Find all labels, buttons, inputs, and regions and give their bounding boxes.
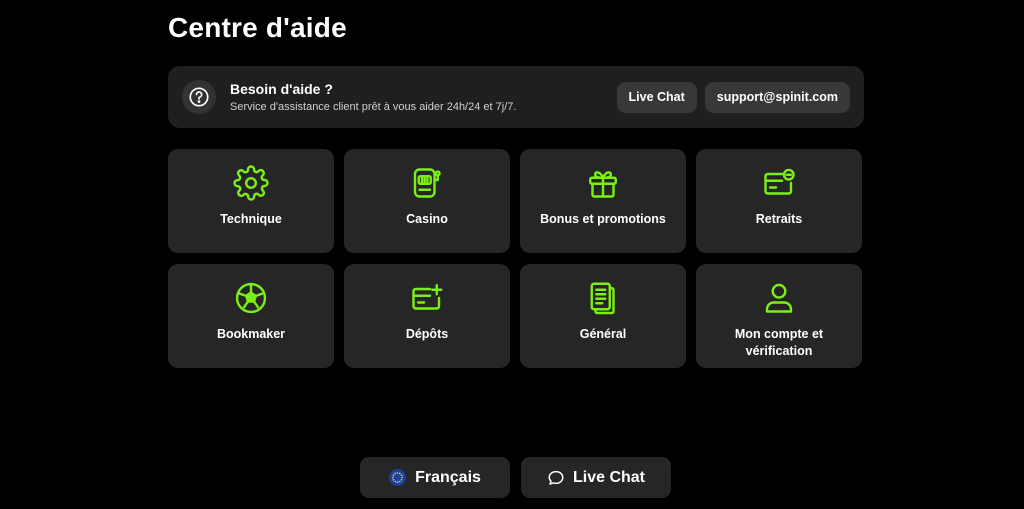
category-technique[interactable]: Technique — [168, 149, 334, 253]
help-subtitle: Service d'assistance client prêt à vous … — [230, 101, 517, 113]
category-label: Technique — [220, 212, 282, 226]
category-general[interactable]: Général — [520, 264, 686, 368]
slot-machine-icon — [413, 168, 441, 198]
category-depots[interactable]: Dépôts — [344, 264, 510, 368]
language-label: Français — [415, 468, 481, 486]
category-label: Dépôts — [405, 327, 449, 341]
category-bonus-promotions[interactable]: Bonus et promotions — [520, 149, 686, 253]
soccer-ball-icon — [235, 282, 267, 314]
category-label: Casino — [406, 212, 448, 226]
footer-live-chat-button[interactable]: Live Chat — [521, 457, 671, 498]
category-grid: Technique Casino Bonus et promotions Ret… — [168, 149, 864, 368]
help-title: Besoin d'aide ? — [230, 81, 333, 97]
help-banner: Besoin d'aide ? Service d'assistance cli… — [168, 66, 864, 128]
chat-bubble-icon — [547, 469, 565, 487]
category-account-verification[interactable]: Mon compte et vérification — [696, 264, 862, 368]
support-email-button[interactable]: support@spinit.com — [704, 81, 850, 113]
card-minus-icon — [764, 168, 795, 195]
live-chat-label: Live Chat — [572, 468, 645, 486]
gear-icon — [233, 165, 269, 201]
category-retraits[interactable]: Retraits — [696, 149, 862, 253]
category-label: Mon compte et vérification — [734, 327, 824, 358]
user-icon — [765, 283, 793, 313]
help-live-chat-button[interactable]: Live Chat — [616, 81, 697, 113]
page-title: Centre d'aide — [168, 12, 347, 43]
category-label: Retraits — [755, 212, 803, 226]
eu-flag-icon — [389, 469, 407, 486]
language-selector[interactable]: Français — [360, 457, 510, 498]
card-plus-icon — [412, 284, 443, 310]
gift-icon — [589, 171, 617, 198]
category-label: Général — [579, 327, 627, 341]
category-label: Bookmaker — [216, 327, 286, 341]
category-casino[interactable]: Casino — [344, 149, 510, 253]
category-bookmaker[interactable]: Bookmaker — [168, 264, 334, 368]
question-icon — [182, 80, 216, 114]
category-label: Bonus et promotions — [540, 212, 666, 226]
document-icon — [590, 282, 615, 315]
